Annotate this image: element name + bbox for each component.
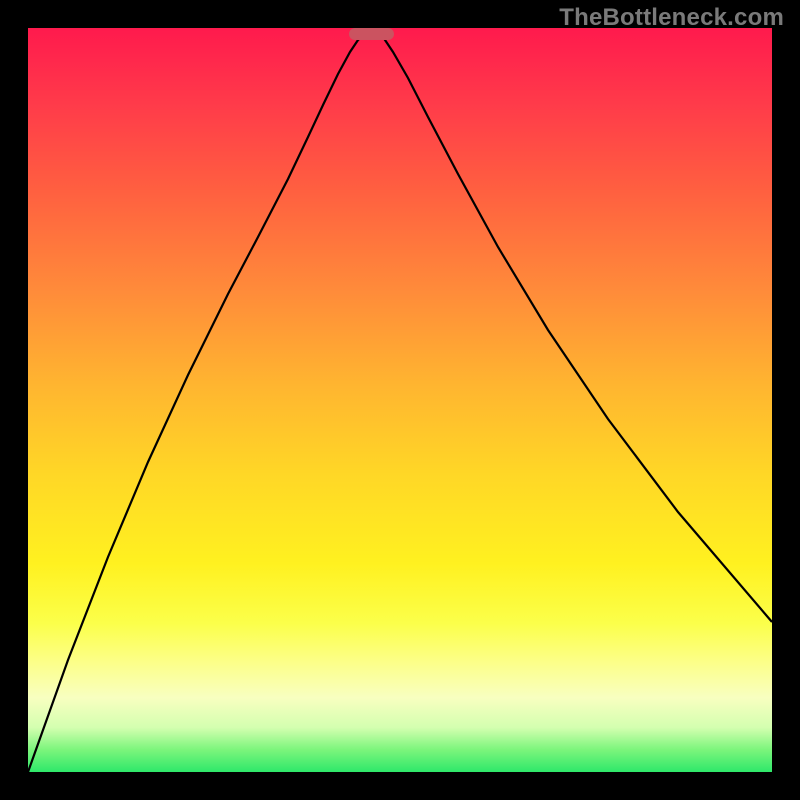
minimum-marker: [349, 28, 394, 40]
curve-right-branch: [368, 32, 772, 622]
chart-frame: TheBottleneck.com: [0, 0, 800, 800]
curve-left-branch: [28, 32, 368, 772]
bottleneck-curve: [28, 28, 772, 772]
plot-area: [28, 28, 772, 772]
